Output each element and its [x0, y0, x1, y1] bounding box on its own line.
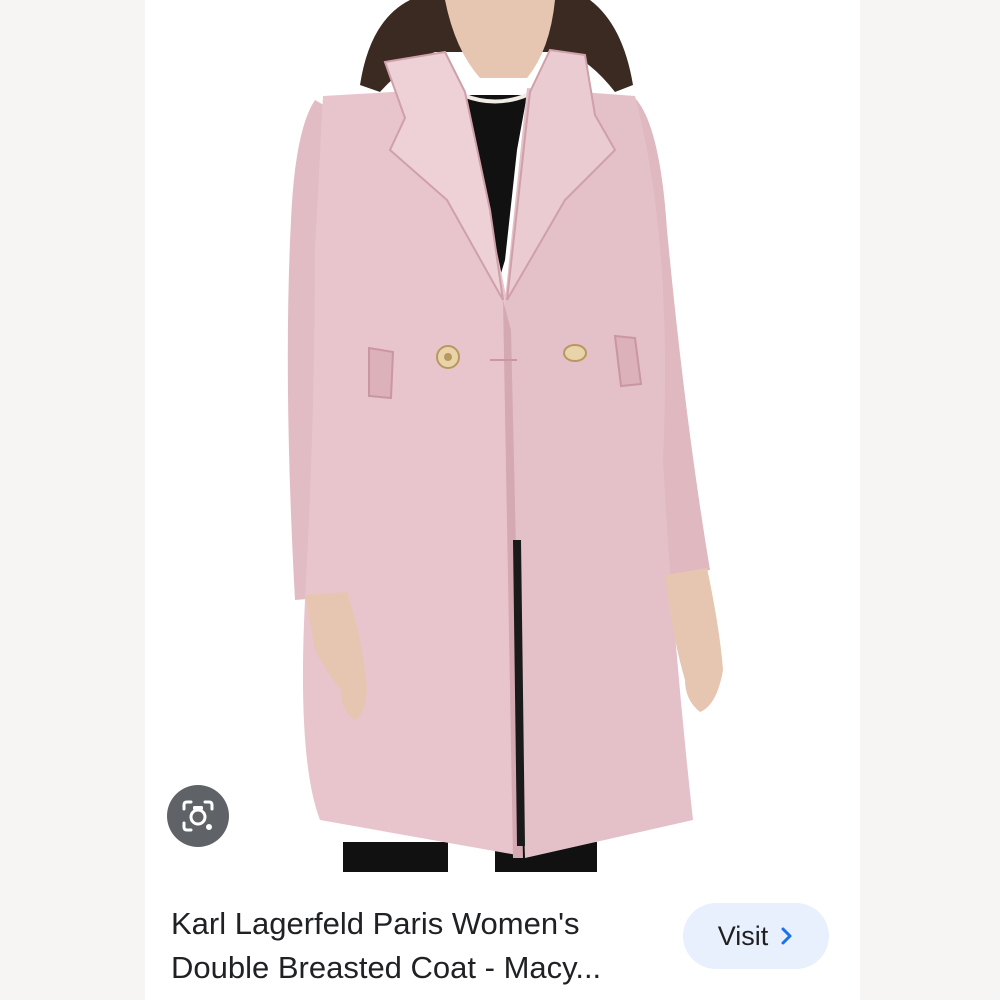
- product-title[interactable]: Karl Lagerfeld Paris Women's Double Brea…: [171, 902, 671, 990]
- image-result-card[interactable]: Karl Lagerfeld Paris Women's Double Brea…: [145, 0, 860, 1000]
- coat-photo: [145, 0, 860, 880]
- google-lens-button[interactable]: [167, 785, 229, 847]
- visit-button-label: Visit: [717, 920, 769, 951]
- left-neighbor-panel: [0, 0, 145, 1000]
- product-title-line-2: Double Breasted Coat - Macy...: [171, 950, 602, 985]
- google-lens-camera-icon: [182, 800, 214, 832]
- product-image[interactable]: [145, 0, 860, 880]
- chevron-right-icon: [781, 927, 792, 945]
- product-title-line-1: Karl Lagerfeld Paris Women's: [171, 906, 580, 941]
- visit-button[interactable]: Visit: [683, 903, 829, 969]
- right-neighbor-panel: [860, 0, 1000, 1000]
